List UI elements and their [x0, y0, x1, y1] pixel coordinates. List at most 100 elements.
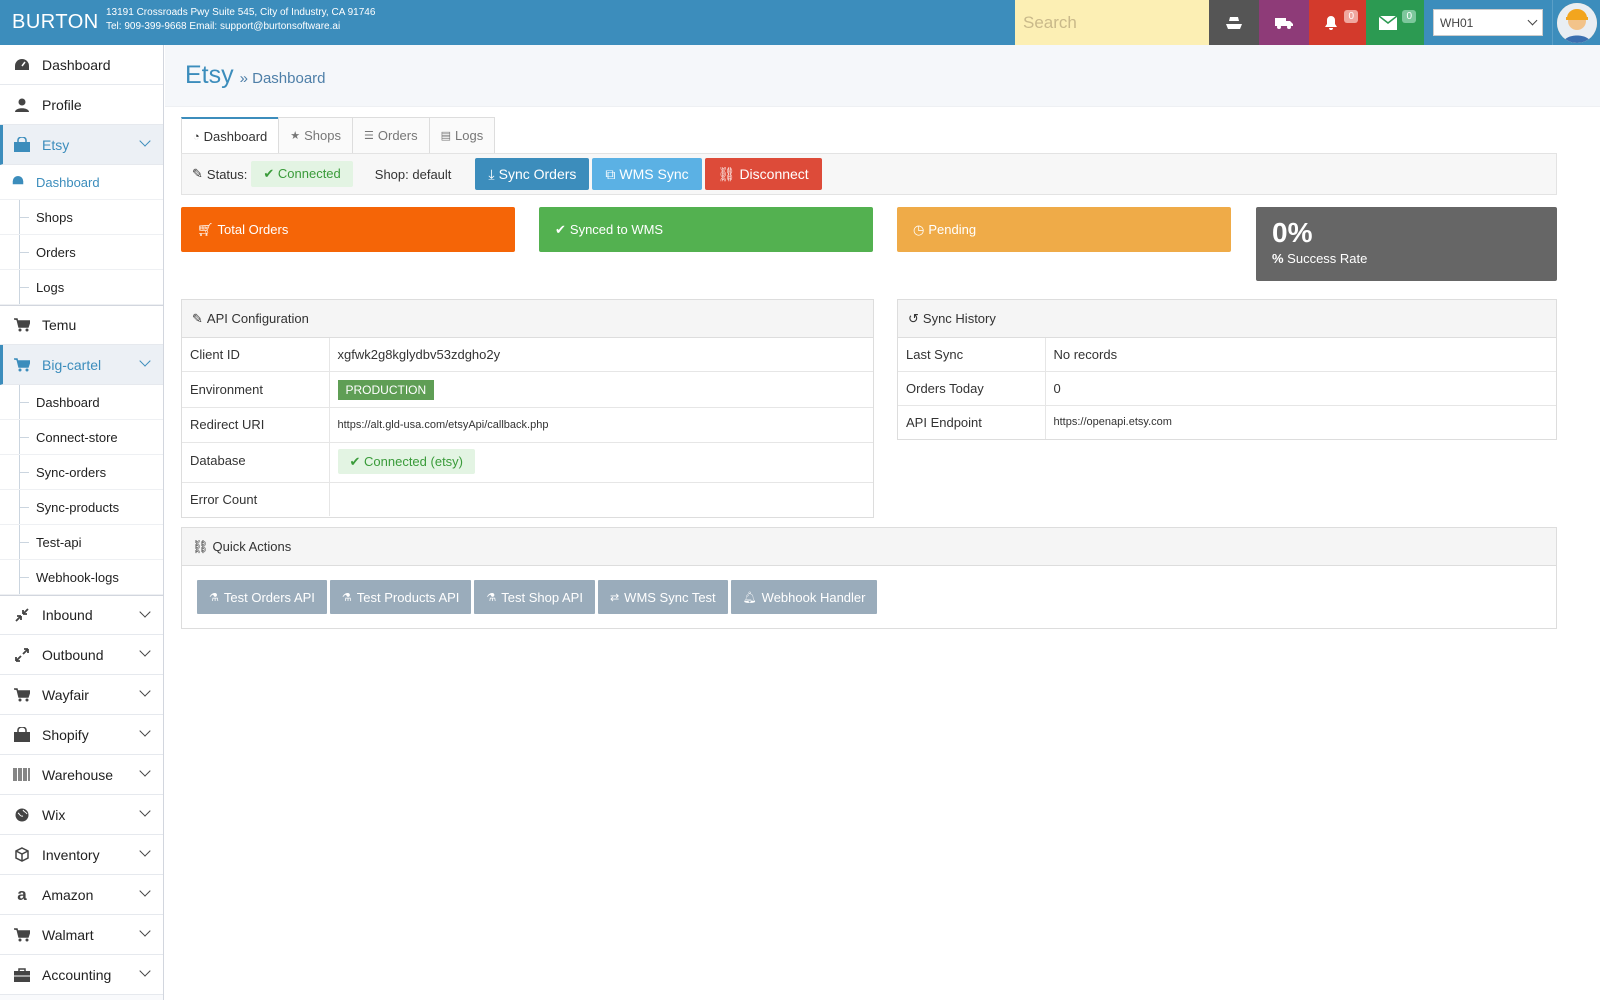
test-orders-api-button[interactable]: ⚗ Test Orders API	[197, 580, 327, 614]
status-label: Status:	[206, 166, 248, 182]
sidebar-item-inventory[interactable]: Inventory	[0, 835, 163, 875]
page-title: Etsy	[185, 61, 234, 89]
quick-actions-buttons: ⚗ Test Orders API ⚗ Test Products API ⚗ Tes…	[182, 566, 1556, 614]
plug-icon: ✎	[192, 310, 203, 326]
truck-icon	[1275, 17, 1293, 29]
success-rate-label: Success Rate	[1287, 251, 1368, 266]
sidebar-item-bc-connect-store[interactable]: Connect-store	[0, 420, 163, 455]
sidebar-item-label: Temu	[42, 317, 77, 333]
sidebar-item-walmart[interactable]: Walmart	[0, 915, 163, 955]
button-label: Sync Orders	[498, 166, 577, 182]
row-key: Redirect URI	[182, 407, 330, 443]
truck-button[interactable]	[1259, 0, 1309, 45]
check-icon: ✔	[263, 166, 278, 181]
sync-orders-button[interactable]: ⤓ Sync Orders	[475, 158, 590, 190]
stat-label: Total Orders	[217, 222, 289, 237]
table-row: Error Count	[182, 482, 873, 516]
disconnect-button[interactable]: ⛓ Disconnect	[704, 158, 822, 190]
sidebar-item-etsy-dashboard[interactable]: Dashboard	[0, 165, 163, 200]
sidebar-item-big-cartel[interactable]: Big-cartel	[0, 345, 163, 385]
dashboard-icon	[12, 57, 32, 73]
sidebar-item-warehouse[interactable]: Warehouse	[0, 755, 163, 795]
check-icon: ✔	[555, 221, 566, 237]
sidebar-item-wayfair[interactable]: Wayfair	[0, 675, 163, 715]
check-icon: ✔	[349, 454, 365, 469]
sidebar-item-inbound[interactable]: Inbound	[0, 595, 163, 635]
sidebar-item-outbound[interactable]: Outbound	[0, 635, 163, 675]
wms-sync-test-button[interactable]: ⇄ WMS Sync Test	[597, 580, 728, 614]
search-input[interactable]	[1023, 12, 1209, 33]
wms-sync-button[interactable]: ⧉ WMS Sync	[592, 158, 702, 190]
sidebar-item-profile[interactable]: Profile	[0, 85, 163, 125]
webhook-handler-button[interactable]: 🔔︎ Webhook Handler	[730, 580, 878, 614]
button-label: Test Products API	[356, 589, 460, 605]
sidebar-item-label: Walmart	[42, 926, 94, 943]
sidebar-item-label: Profile	[42, 96, 82, 113]
api-config-table: Client ID xgfwk2g8kglydbv53zdgho2y Enviro…	[182, 338, 873, 516]
sidebar-subitem-label: Connect-store	[36, 429, 118, 445]
sidebar-subitem-label: Dashboard	[36, 174, 100, 190]
chevron-down-icon	[139, 606, 151, 618]
flask-icon: ⚗	[209, 591, 219, 604]
user-icon	[12, 97, 32, 113]
star-icon: ★	[290, 130, 301, 142]
sidebar-item-accounting[interactable]: Accounting	[0, 955, 163, 995]
barcode-icon	[12, 767, 32, 783]
breadcrumb[interactable]: » Dashboard	[240, 70, 326, 87]
tab-dashboard[interactable]: ◔ Dashboard	[181, 117, 280, 154]
tab-orders[interactable]: ☰ Orders	[352, 117, 430, 153]
row-value: No records	[1045, 338, 1556, 372]
brand-logo[interactable]: BURTON	[0, 0, 106, 45]
main-content: Etsy » Dashboard ◔ Dashboard ★ Shops ☰ O…	[165, 45, 1600, 1000]
sidebar-item-bc-webhook-logs[interactable]: Webhook-logs	[0, 560, 163, 595]
compress-icon	[12, 607, 32, 623]
sidebar-subitem-label: Sync-products	[36, 499, 120, 515]
chevron-down-icon	[139, 645, 151, 657]
messages-button[interactable]: 0	[1366, 0, 1424, 45]
success-rate-card: 0% % Success Rate	[1256, 207, 1557, 281]
percent-icon: %	[1272, 251, 1288, 266]
row-key: Orders Today	[898, 371, 1046, 406]
tab-label: Dashboard	[203, 129, 268, 144]
sidebar-item-shopify[interactable]: Shopify	[0, 715, 163, 755]
download-icon: ⤓	[488, 165, 495, 182]
contact-line: Tel: 909-399-9668 Email: support@burtons…	[106, 21, 341, 32]
ship-button[interactable]	[1209, 0, 1259, 45]
sidebar-item-bc-sync-orders[interactable]: Sync-orders	[0, 455, 163, 490]
chevron-down-icon	[139, 685, 151, 697]
sidebar-item-etsy-orders[interactable]: Orders	[0, 235, 163, 270]
sidebar-item-etsy[interactable]: Etsy	[0, 125, 163, 165]
user-menu[interactable]	[1552, 0, 1600, 45]
page-header: Etsy » Dashboard	[165, 45, 1600, 107]
sidebar-item-etsy-shops[interactable]: Shops	[0, 200, 163, 235]
sidebar-item-bc-sync-products[interactable]: Sync-products	[0, 490, 163, 525]
sidebar-item-amazon[interactable]: a Amazon	[0, 875, 163, 915]
success-rate-row: % Success Rate	[1272, 251, 1541, 266]
warehouse-select[interactable]: WH01	[1433, 9, 1543, 36]
notifications-button[interactable]: 0	[1309, 0, 1366, 45]
sidebar-item-label: Accounting	[42, 966, 112, 983]
sidebar-item-label: Warehouse	[42, 766, 114, 783]
test-products-api-button[interactable]: ⚗ Test Products API	[329, 580, 472, 614]
sidebar-item-bc-test-api[interactable]: Test-api	[0, 525, 163, 560]
sidebar-item-bc-dashboard[interactable]: Dashboard	[0, 385, 163, 420]
shop-name: Shop: default	[374, 166, 452, 182]
table-row: Orders Today 0	[898, 371, 1556, 406]
bell-icon	[1324, 15, 1337, 30]
tab-label: Orders	[377, 128, 418, 143]
row-value-cell: PRODUCTION	[329, 371, 873, 408]
status-value: Connected	[277, 166, 341, 181]
row-key: Last Sync	[898, 338, 1046, 372]
tab-logs[interactable]: ▤ Logs	[428, 117, 496, 153]
test-shop-api-button[interactable]: ⚗ Test Shop API	[474, 580, 595, 614]
chevron-down-icon	[139, 805, 151, 817]
sidebar-item-etsy-logs[interactable]: Logs	[0, 270, 163, 305]
row-value: 0	[1045, 371, 1556, 406]
cart-icon	[12, 687, 32, 703]
sidebar-subitem-label: Logs	[36, 279, 65, 295]
exchange-icon: ⇄	[609, 591, 620, 604]
tab-shops[interactable]: ★ Shops	[278, 117, 354, 153]
sidebar-item-wix[interactable]: Wix	[0, 795, 163, 835]
sidebar-item-dashboard[interactable]: Dashboard	[0, 45, 163, 85]
sidebar-item-temu[interactable]: Temu	[0, 305, 163, 345]
